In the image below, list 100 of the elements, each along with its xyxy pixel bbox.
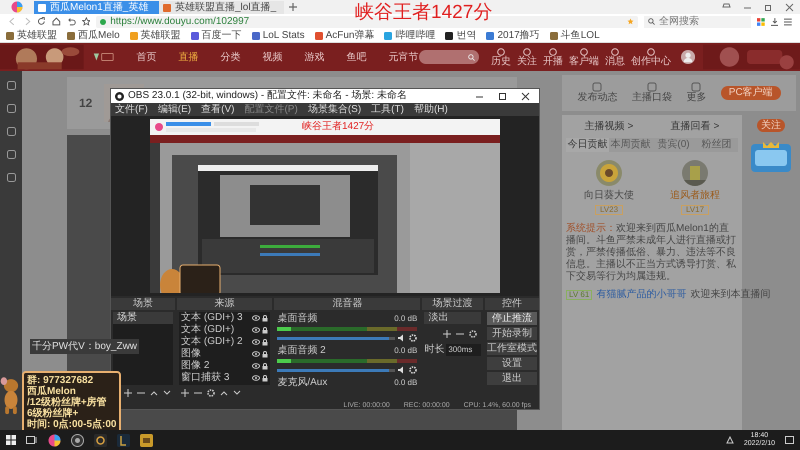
bookmark[interactable]: 英雄联盟 — [130, 30, 181, 40]
down-icon[interactable] — [233, 389, 242, 397]
eye-icon[interactable] — [252, 351, 260, 357]
menu-item[interactable]: 工具(T) — [371, 104, 404, 114]
notification-icon[interactable] — [785, 436, 794, 444]
app-icon[interactable] — [140, 434, 153, 446]
lock-icon[interactable] — [262, 362, 268, 370]
game-app-icon[interactable] — [117, 434, 130, 446]
nav-link[interactable]: 游戏 — [304, 50, 325, 64]
header-action[interactable]: 关注 — [517, 48, 537, 66]
browser-app-icon[interactable] — [48, 434, 61, 446]
search-field[interactable] — [418, 50, 479, 64]
bookmark[interactable]: 번역 — [445, 30, 476, 40]
control-button[interactable]: 退出 — [486, 372, 537, 385]
tool-button[interactable]: 发布动态 — [577, 82, 618, 104]
eye-icon[interactable] — [252, 375, 260, 381]
header-action[interactable]: 历史 — [491, 48, 511, 66]
menu-item[interactable]: 帮助(H) — [414, 104, 448, 114]
eye-icon[interactable] — [252, 327, 260, 333]
scene-item[interactable]: 场景 — [113, 312, 174, 324]
add-icon[interactable] — [124, 389, 132, 397]
down-icon[interactable] — [163, 389, 172, 397]
control-button[interactable]: 停止推流 — [486, 312, 537, 325]
control-button[interactable]: 工作室模式 — [486, 342, 537, 355]
header-action[interactable]: 消息 — [605, 48, 625, 66]
ranking-tab[interactable]: 今日贡献 — [566, 138, 609, 152]
nav-link[interactable]: 元宵节 — [388, 50, 419, 64]
recorder-app-icon[interactable] — [71, 434, 84, 446]
lock-icon[interactable] — [262, 350, 268, 358]
transition-select[interactable]: 淡出 — [424, 312, 481, 324]
header-action[interactable]: 客户端 — [569, 48, 599, 66]
header-action[interactable]: 创作中心 — [631, 48, 671, 66]
sidebar-icon[interactable] — [6, 127, 16, 136]
menu-icon[interactable] — [784, 18, 792, 26]
source-item[interactable]: 窗口捕获 3 — [181, 372, 230, 384]
menu-item[interactable]: 编辑(E) — [158, 104, 192, 114]
nav-link[interactable]: 视频 — [262, 50, 283, 64]
lock-icon[interactable] — [262, 338, 268, 346]
sidebar-icon[interactable] — [6, 173, 16, 182]
nav-link[interactable]: 直播 — [178, 50, 199, 64]
bookmark[interactable]: AcFun弹幕 — [314, 30, 374, 40]
task-view-icon[interactable] — [26, 435, 38, 445]
windows-icon[interactable] — [6, 435, 16, 445]
add-icon[interactable] — [181, 389, 190, 397]
apps-icon[interactable] — [756, 18, 765, 26]
tray-icon[interactable] — [726, 436, 734, 444]
download-icon[interactable] — [770, 18, 778, 26]
volume-slider[interactable] — [277, 368, 396, 372]
search-field[interactable]: 全网搜索 — [644, 16, 751, 28]
menu-item[interactable]: 文件(F) — [115, 104, 148, 114]
settings-icon[interactable] — [207, 389, 216, 397]
settings-icon[interactable] — [409, 366, 418, 374]
bookmark[interactable]: 西瓜Melo — [67, 30, 120, 40]
bookmark[interactable]: 百度一下 — [190, 30, 242, 40]
nav-link[interactable]: 首页 — [136, 50, 157, 64]
sidebar-icon[interactable] — [6, 150, 16, 159]
header-action[interactable]: 开播 — [543, 48, 563, 66]
tool-button[interactable]: 更多 — [686, 82, 706, 104]
add-icon[interactable] — [442, 330, 451, 338]
settings-icon[interactable] — [409, 334, 418, 342]
home-icon[interactable] — [52, 17, 61, 26]
sidebar-icon[interactable] — [6, 81, 16, 90]
browser-tab[interactable]: 英雄联盟直播_lol直播_ — [159, 1, 284, 14]
source-item[interactable]: 图像 2 — [181, 360, 210, 372]
panel-link[interactable]: 主播视频 > — [584, 119, 634, 134]
menu-item[interactable]: 场景集合(S) — [308, 104, 362, 114]
source-item[interactable]: 文本 (GDI+) 3 — [181, 312, 243, 324]
control-button[interactable]: 设置 — [486, 357, 537, 370]
tool-button[interactable]: 主播口袋 — [632, 82, 672, 104]
control-button[interactable]: 开始录制 — [486, 327, 537, 340]
star-icon[interactable] — [82, 17, 90, 26]
up-icon[interactable] — [220, 389, 228, 397]
game-app-icon[interactable] — [94, 434, 107, 446]
eye-icon[interactable] — [252, 315, 260, 321]
eye-icon[interactable] — [252, 339, 260, 345]
sidebar-icon[interactable] — [6, 104, 16, 113]
lock-icon[interactable] — [262, 374, 268, 382]
close-icon[interactable] — [521, 92, 530, 100]
lock-icon[interactable] — [262, 326, 268, 334]
favorite-star-icon[interactable] — [627, 18, 634, 25]
eye-icon[interactable] — [252, 363, 260, 369]
up-icon[interactable] — [150, 389, 158, 397]
reload-icon[interactable] — [37, 17, 46, 26]
restore-icon[interactable] — [764, 2, 773, 12]
new-tab-icon[interactable] — [288, 2, 298, 12]
nav-link[interactable]: 鱼吧 — [346, 50, 367, 64]
bookmark[interactable]: 2017撸巧 — [486, 30, 540, 40]
source-item[interactable]: 文本 (GDI+) 2 — [181, 336, 243, 348]
lock-icon[interactable] — [262, 314, 268, 322]
bookmark[interactable]: 哔哩哔哩 — [384, 30, 436, 40]
panel-link[interactable]: 直播回看 > — [670, 119, 720, 134]
bookmark[interactable]: 英雄联盟 — [6, 30, 57, 40]
bookmark[interactable]: 斗鱼LOL — [550, 30, 600, 40]
bookmark[interactable]: LoL Stats — [252, 30, 305, 40]
site-logo-icon[interactable] — [92, 50, 115, 64]
avatar-icon[interactable] — [681, 49, 696, 65]
source-item[interactable]: 图像 — [181, 348, 202, 360]
client-button[interactable]: PC客户端 — [720, 86, 781, 100]
maximize-icon[interactable] — [498, 92, 507, 100]
volume-slider[interactable] — [277, 336, 396, 340]
